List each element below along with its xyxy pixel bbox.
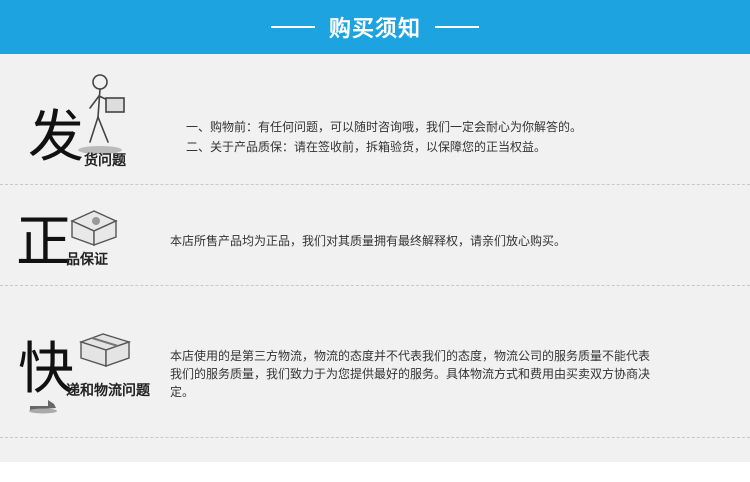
bottom-strip: [0, 462, 750, 482]
section-shipping: 发 货问题 一、购物前：有任何问题，可以随时咨询哦，我们一定会耐心为你解答的。 …: [0, 54, 750, 184]
shipping-line-1: 一、购物前：有任何问题，可以随时咨询哦，我们一定会耐心为你解答的。: [186, 120, 583, 134]
page-title: 购买须知: [328, 17, 421, 42]
divider-3: [0, 437, 750, 438]
authentic-big-char: 正: [16, 210, 72, 275]
logistics-line-2: 我们的服务质量，我们致力于为您提供最好的服务。具体物流方式和费用由买卖双方协商决: [170, 367, 651, 381]
shipping-big-char: 发: [28, 105, 84, 170]
certificate-box-icon: [70, 210, 118, 246]
logistics-line-1: 本店使用的是第三方物流，物流的态度并不代表我们的态度，物流公司的服务质量不能代表: [170, 349, 651, 363]
section-logistics: 快 递和物流问题 本店使用的是第三方物流，物流的态度并不代表我们的态度，物流公司…: [0, 286, 750, 436]
package-box-icon: [78, 333, 132, 367]
courier-person-icon: [78, 74, 125, 154]
logistics-line-3: 定。: [170, 385, 195, 399]
section-authentic: 正 品保证 本店所售产品均为正品，我们对其质量拥有最终解释权，请亲们放心购买。: [0, 185, 750, 285]
logistics-sub-label: 递和物流问题: [66, 383, 150, 399]
shipping-sub-label: 货问题: [84, 153, 126, 169]
header-banner: 购买须知: [0, 0, 750, 54]
shipping-line-2: 二、关于产品质保：请在签收前，拆箱验货，以保障您的正当权益。: [186, 140, 547, 154]
authentic-sub-label: 品保证: [66, 252, 108, 268]
authentic-line-1: 本店所售产品均为正品，我们对其质量拥有最终解释权，请亲们放心购买。: [170, 234, 567, 248]
header-right-dash: [435, 26, 479, 28]
header-left-dash: [270, 26, 315, 28]
